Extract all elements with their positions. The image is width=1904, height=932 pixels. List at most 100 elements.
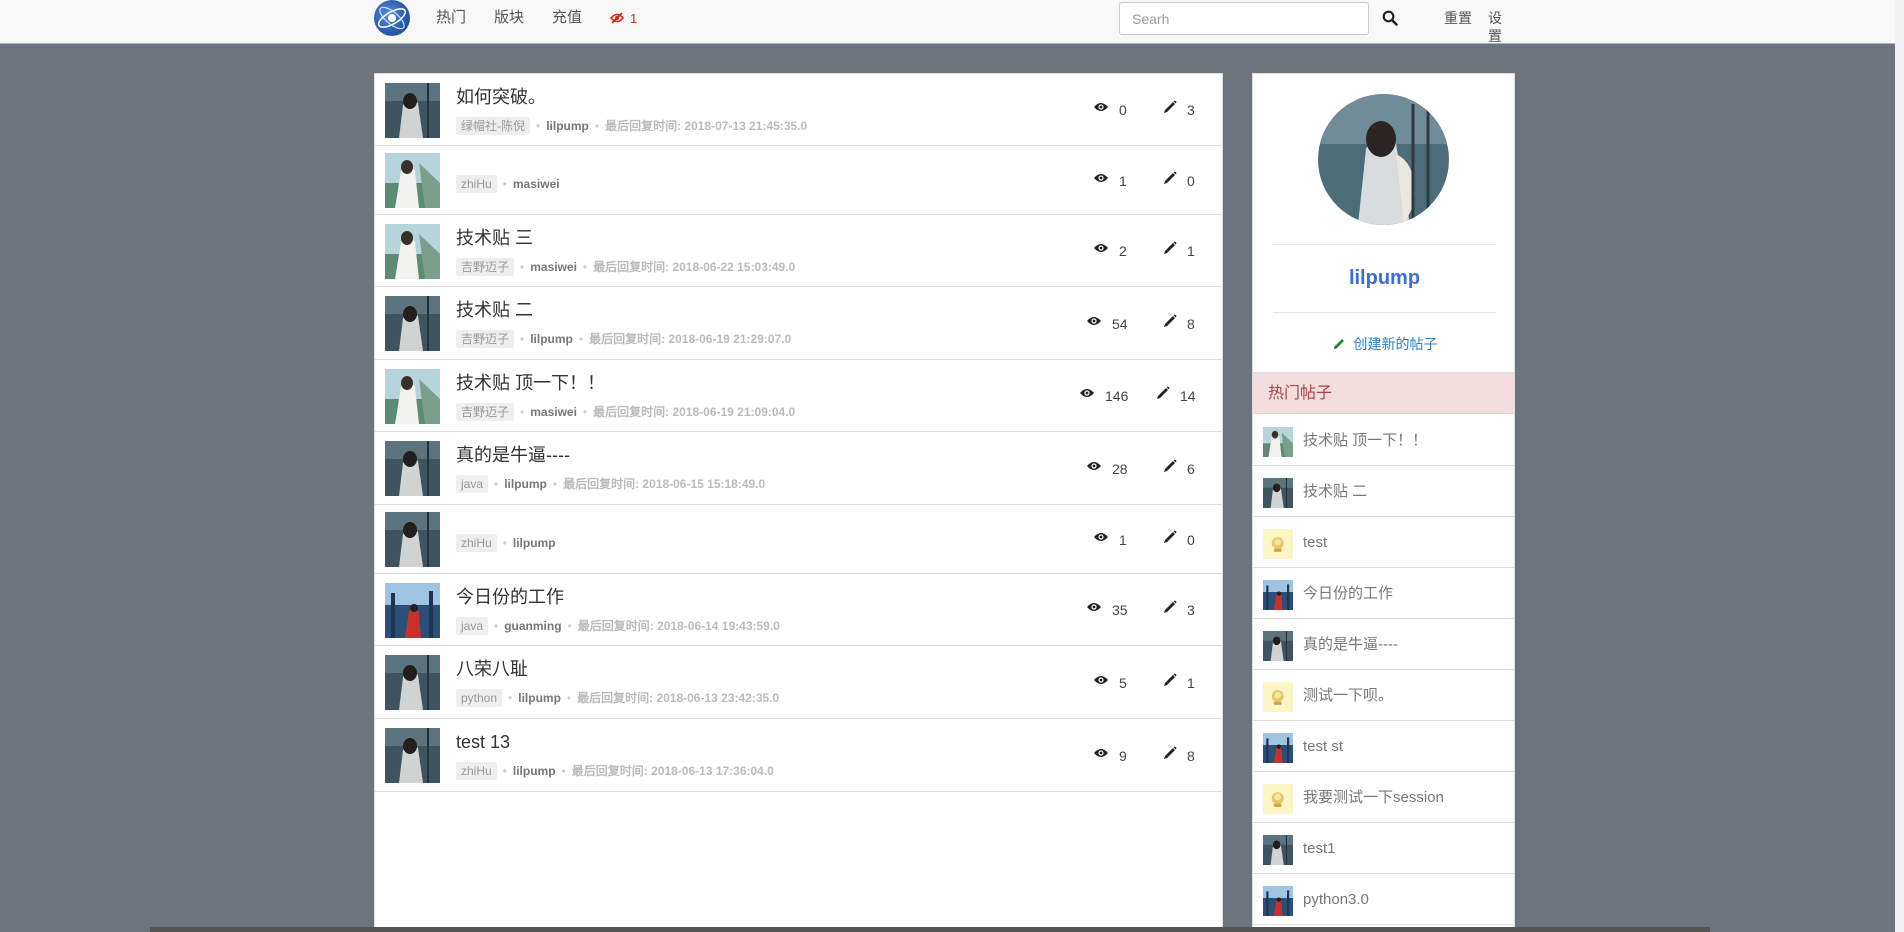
- hot-post-item[interactable]: 技术贴 二: [1253, 466, 1514, 517]
- nav-link-hot[interactable]: 热门: [436, 9, 466, 27]
- topic-meta: java • lilpump • 最后回复时间: 2018-06-15 15:18:49…: [456, 475, 765, 493]
- settings-link[interactable]: 设置: [1488, 9, 1514, 45]
- hot-post-item[interactable]: 技术贴 顶一下！！: [1253, 415, 1514, 466]
- topic-author-avatar[interactable]: [385, 296, 440, 351]
- profile-username[interactable]: lilpump: [1253, 267, 1516, 290]
- search-input[interactable]: [1119, 2, 1369, 35]
- topic-board-tag[interactable]: 绿帽社-陈倪: [456, 117, 530, 135]
- topic-row[interactable]: 技术贴 三吉野迈子 • masiwei • 最后回复时间: 2018-06-22 15:…: [375, 215, 1222, 287]
- replies-pencil-icon: [1164, 600, 1177, 613]
- topic-row[interactable]: 八荣八耻 python • lilpump • 最后回复时间: 2018-06-13 23…: [375, 646, 1222, 719]
- topic-title[interactable]: 技术贴 顶一下！！: [456, 372, 605, 394]
- topic-author-avatar[interactable]: [385, 728, 440, 783]
- topic-row[interactable]: 真的是牛逼---- java • lilpump • 最后回复时间: 2018-06-15…: [375, 432, 1222, 505]
- topic-board-tag[interactable]: 吉野迈子: [456, 403, 515, 421]
- page-scrollbar[interactable]: [1895, 0, 1904, 932]
- replies-count: 0: [1187, 173, 1195, 189]
- topic-author[interactable]: masiwei: [513, 177, 560, 191]
- hot-post-title[interactable]: 我要测试一下session: [1303, 789, 1444, 807]
- topic-row[interactable]: 技术贴 顶一下！！ 吉野迈子 • masiwei • 最后回复时间: 2018-06-19…: [375, 360, 1222, 432]
- hot-post-thumbnail: [1263, 478, 1293, 508]
- topic-author-avatar[interactable]: [385, 369, 440, 424]
- topic-board-tag[interactable]: 吉野迈子: [456, 258, 515, 276]
- notification-badge[interactable]: 1: [609, 10, 637, 28]
- topic-title[interactable]: 技术贴 三: [456, 227, 533, 249]
- hot-post-title[interactable]: test: [1303, 534, 1327, 552]
- topic-row[interactable]: zhiHu • masiwei 1 0: [375, 146, 1222, 215]
- topic-last-reply-time: 最后回复时间: 2018-06-19 21:29:07.0: [589, 332, 792, 346]
- hot-post-title[interactable]: 真的是牛逼----: [1303, 636, 1398, 654]
- hot-post-item[interactable]: 今日份的工作: [1253, 568, 1514, 619]
- topic-author-avatar[interactable]: [385, 441, 440, 496]
- nav-link-boards[interactable]: 版块: [494, 9, 524, 27]
- topic-title[interactable]: test 13: [456, 731, 510, 753]
- hot-post-title[interactable]: 技术贴 二: [1303, 483, 1367, 501]
- topic-meta: 吉野迈子 • lilpump • 最后回复时间: 2018-06-19 21:29:07…: [456, 330, 791, 348]
- hot-post-title[interactable]: 技术贴 顶一下！！: [1303, 432, 1427, 450]
- topic-row[interactable]: 技术贴 二吉野迈子 • lilpump • 最后回复时间: 2018-06-19 21:…: [375, 287, 1222, 360]
- topic-board-tag[interactable]: zhiHu: [456, 762, 497, 780]
- meta-separator: •: [508, 691, 513, 705]
- topic-board-tag[interactable]: zhiHu: [456, 534, 497, 552]
- topic-row[interactable]: test 13 zhiHu • lilpump • 最后回复时间: 2018-06-13 …: [375, 719, 1222, 792]
- hot-posts-panel: 热门帖子 技术贴 顶一下！！ 技术贴 二 test 今日份的工作 真的是牛逼---- 测试…: [1252, 373, 1515, 932]
- topic-author[interactable]: lilpump: [513, 764, 556, 778]
- views-eye-icon: [1087, 462, 1101, 470]
- hot-post-thumbnail: [1263, 835, 1293, 865]
- hot-post-title[interactable]: 测试一下呗。: [1303, 687, 1393, 705]
- topic-board-tag[interactable]: java: [456, 617, 489, 635]
- reset-link[interactable]: 重置: [1444, 9, 1472, 27]
- hot-post-title[interactable]: test st: [1303, 738, 1343, 756]
- topic-board-tag[interactable]: 吉野迈子: [456, 330, 515, 348]
- hot-post-title[interactable]: 今日份的工作: [1303, 585, 1393, 603]
- eye-slash-icon: [609, 12, 625, 24]
- topic-author[interactable]: masiwei: [530, 260, 577, 274]
- topic-author[interactable]: lilpump: [504, 477, 547, 491]
- topic-author-avatar[interactable]: [385, 583, 440, 638]
- search-icon[interactable]: [1382, 10, 1398, 26]
- topic-board-tag[interactable]: java: [456, 475, 489, 493]
- topic-title[interactable]: 八荣八耻: [456, 658, 528, 680]
- create-post-link[interactable]: 创建新的帖子: [1253, 334, 1516, 354]
- topic-author-avatar[interactable]: [385, 512, 440, 567]
- profile-divider-bottom: [1273, 312, 1496, 313]
- topic-author-avatar[interactable]: [385, 655, 440, 710]
- topic-author[interactable]: lilpump: [518, 691, 561, 705]
- topic-author[interactable]: guanming: [504, 619, 561, 633]
- topic-board-tag[interactable]: zhiHu: [456, 175, 497, 193]
- hot-post-item[interactable]: test st: [1253, 721, 1514, 772]
- topic-title[interactable]: 如何突破。: [456, 86, 546, 108]
- topic-title[interactable]: 技术贴 二: [456, 299, 533, 321]
- profile-avatar[interactable]: [1318, 94, 1449, 225]
- replies-count: 3: [1187, 102, 1195, 118]
- meta-separator: •: [582, 260, 588, 274]
- topic-author[interactable]: lilpump: [546, 119, 589, 133]
- nav-link-recharge[interactable]: 充值: [552, 9, 582, 27]
- topic-title[interactable]: 今日份的工作: [456, 586, 564, 608]
- topic-board-tag[interactable]: python: [456, 689, 503, 707]
- topic-row[interactable]: 如何突破。 绿帽社-陈倪 • lilpump • 最后回复时间: 2018-07-13 2…: [375, 74, 1222, 146]
- topic-author[interactable]: lilpump: [513, 536, 556, 550]
- topic-author-avatar[interactable]: [385, 153, 440, 208]
- hot-post-item[interactable]: 测试一下呗。: [1253, 670, 1514, 721]
- hot-post-item[interactable]: 我要测试一下session: [1253, 772, 1514, 823]
- hot-post-item[interactable]: test1: [1253, 823, 1514, 874]
- topic-meta: java • guanming • 最后回复时间: 2018-06-14 19:43:5…: [456, 617, 780, 635]
- replies-pencil-icon: [1164, 673, 1177, 686]
- hot-post-item[interactable]: test: [1253, 517, 1514, 568]
- topic-title[interactable]: 真的是牛逼----: [456, 444, 570, 466]
- topic-author[interactable]: masiwei: [530, 405, 577, 419]
- views-count: 9: [1119, 748, 1127, 764]
- site-logo-icon[interactable]: [374, 0, 410, 36]
- topic-row[interactable]: zhiHu • lilpump 1 0: [375, 505, 1222, 574]
- hot-post-item[interactable]: 真的是牛逼----: [1253, 619, 1514, 670]
- topic-author[interactable]: lilpump: [530, 332, 573, 346]
- hot-post-title[interactable]: python3.0: [1303, 891, 1369, 909]
- hot-post-item[interactable]: python3.0: [1253, 874, 1514, 925]
- topic-author-avatar[interactable]: [385, 224, 440, 279]
- topic-author-avatar[interactable]: [385, 83, 440, 138]
- replies-pencil-icon: [1164, 314, 1177, 327]
- topic-row[interactable]: 今日份的工作 java • guanming • 最后回复时间: 2018-06-14 1…: [375, 574, 1222, 646]
- hot-post-title[interactable]: test1: [1303, 840, 1336, 858]
- topic-meta: 吉野迈子 • masiwei • 最后回复时间: 2018-06-19 21:09:04…: [456, 403, 795, 421]
